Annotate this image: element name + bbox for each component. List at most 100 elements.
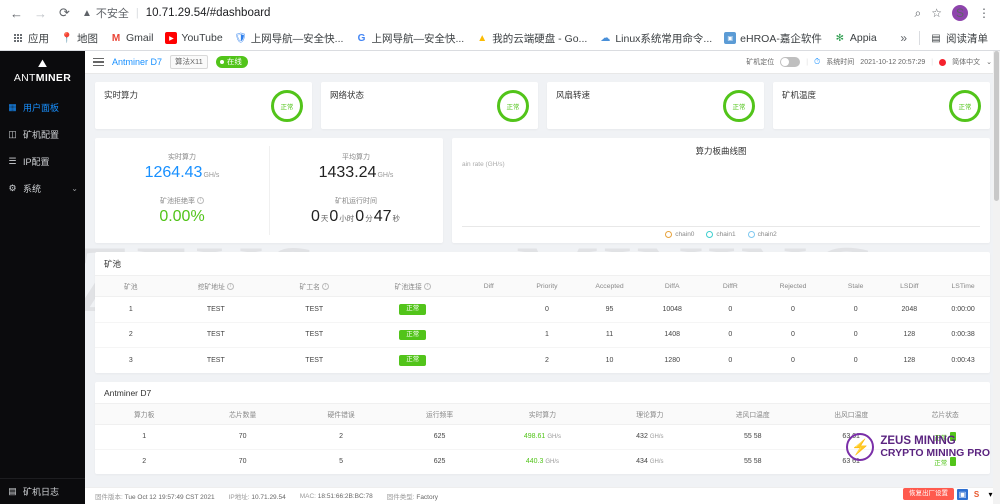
cell-inlet-temp: 55 58 [704,449,802,474]
col-inlet-temp: 进风口温度 [704,403,802,424]
app-topbar: Antminer D7 算法X11 在线 矿机定位 | ⏱ 系统时间 2021-… [85,51,1000,74]
network-icon: ☰ [7,156,18,167]
bookmark-linux[interactable]: ☁ Linux系统常用命令... [593,29,718,48]
time-label: 系统时间 [826,57,854,67]
cell-worker: TEST [265,297,363,323]
legend-item-chain2[interactable]: chain2 [748,231,777,238]
mac-label: MAC: [300,493,316,500]
cell-lsdiff: 2048 [882,297,936,323]
cell-board: 1 [95,424,193,449]
chevron-icon[interactable]: ▾ [985,489,996,500]
bookmark-label: 应用 [28,31,49,46]
cloud-icon: ☁ [599,32,611,44]
chart-title: 算力板曲线图 [462,145,980,157]
info-icon[interactable]: i [424,283,431,290]
bookmark-youtube[interactable]: ▶ YouTube [159,30,228,46]
forward-button[interactable]: → [32,5,49,22]
cell-frequency: 625 [390,449,488,474]
type-value: Factory [416,494,438,501]
warning-triangle-icon: ▲ [82,8,92,19]
reading-list-label: 阅读清单 [946,31,988,46]
address-bar[interactable]: ▲ 不安全 | 10.71.29.54/#dashboard [80,4,908,22]
stat-realtime-hashrate: 实时算力 1264.43GH/s [95,148,269,192]
divider: | [931,59,933,66]
language-label[interactable]: 简体中文 [952,57,980,67]
cell-rejected: 0 [757,322,829,348]
avatar[interactable]: S [952,5,968,21]
bookmarks-overflow-button[interactable]: » [892,31,915,45]
card-label: 矿机温度 [782,89,816,101]
stat-unit: GH/s [203,172,219,179]
cell-stale: 0 [829,322,883,348]
table-row: 2 TEST TEST 正常 1 11 1408 0 0 0 [95,322,990,348]
sogou-icon[interactable]: S [971,489,982,500]
clock-icon: ⏱ [814,57,820,67]
status-ring: 正常 [949,90,981,122]
status-badge: 在线 [216,56,248,68]
hamburger-icon[interactable] [93,58,104,67]
status-dot-icon [220,60,224,64]
bookmark-apps[interactable]: 应用 [6,29,55,48]
topbar-right: 矿机定位 | ⏱ 系统时间 2021-10-12 20:57:29 | 简体中文… [746,57,992,67]
sidebar-nav: ▦ 用户面板 ◫ 矿机配置 ☰ IP配置 ⚙ 系统 ⌄ [0,94,85,202]
cell-lstime: 0:00:43 [936,348,990,373]
status-card-temperature: 矿机温度 正常 [773,82,990,129]
cell-stale: 0 [829,348,883,373]
card-label: 风扇转速 [556,89,590,101]
sidebar-item-miner-log[interactable]: ▤ 矿机日志 [0,478,85,504]
bookmark-nav1[interactable]: 🛡 上网导航—安全快... [229,29,350,48]
sidebar-item-miner-config[interactable]: ◫ 矿机配置 [0,121,85,148]
bookmark-star-icon[interactable]: ☆ [931,6,942,20]
locate-toggle[interactable] [780,57,800,67]
cell-rejected: 0 [757,348,829,373]
bookmark-label: eHROA-嘉企软件 [740,31,822,46]
status-ring: 正常 [497,90,529,122]
main-area: Antminer D7 算法X11 在线 矿机定位 | ⏱ 系统时间 2021-… [85,51,1000,504]
reload-button[interactable]: ⟳ [56,5,73,22]
locate-label: 矿机定位 [746,57,774,67]
info-icon[interactable]: i [227,283,234,290]
chevron-down-icon[interactable]: ⌄ [986,58,992,66]
google-drive-icon: ▲ [476,32,488,44]
lightning-bolt-icon: ⚡ [846,433,874,461]
youtube-icon: ▶ [165,32,177,44]
browser-menu-icon[interactable]: ⋮ [978,6,990,20]
page-scrollbar[interactable] [993,51,1000,504]
reading-list-button[interactable]: ▤ 阅读清单 [924,29,994,48]
browser-window: ← → ⟳ ▲ 不安全 | 10.71.29.54/#dashboard ⌕ ☆… [0,0,1000,504]
dashboard-content: ZEUS MINING 实时算力 正常 网络状态 正常 风扇转速 正常 [85,74,1000,487]
cell-hw-error: 2 [292,424,390,449]
search-icon[interactable]: ⌕ [915,6,922,21]
dashboard-icon: ▦ [7,102,18,113]
cell-frequency: 625 [390,424,488,449]
info-icon[interactable]: i [322,283,329,290]
info-icon[interactable]: i [197,197,204,204]
legend-label: chain2 [758,231,777,238]
ip-label: IP地址: [229,494,250,501]
bookmark-maps[interactable]: 📍 地图 [55,29,104,48]
zeus-watermark-text: ZEUS MINING CRYPTO MINING PRO [880,435,990,459]
cell-accepted: 10 [578,348,641,373]
window-icon[interactable]: ▣ [957,489,968,500]
bookmark-nav2[interactable]: G 上网导航—安全快... [349,29,470,48]
bookmark-appia[interactable]: ✻ Appia [828,30,883,46]
stats-panel: 实时算力 1264.43GH/s 平均算力 1433.24GH/s 矿池拒绝率 … [95,138,443,243]
back-button[interactable]: ← [8,5,25,22]
cell-chips: 70 [193,449,291,474]
bookmark-drive[interactable]: ▲ 我的云端硬盘 - Go... [470,29,593,48]
cell-rejected: 0 [757,297,829,323]
legend-item-chain0[interactable]: chain0 [665,231,694,238]
algorithm-tag: 算法X11 [170,55,208,69]
url-text: 10.71.29.54/#dashboard [146,7,271,19]
legend-item-chain1[interactable]: chain1 [706,231,735,238]
cell-inlet-temp: 55 58 [704,424,802,449]
sidebar-item-ip-config[interactable]: ☰ IP配置 [0,148,85,175]
map-pin-icon: 📍 [61,32,73,44]
bookmark-ehroa[interactable]: ▣ eHROA-嘉企软件 [718,29,828,48]
bookmark-gmail[interactable]: M Gmail [104,30,159,46]
toolbar-divider [919,31,920,45]
sidebar-item-system[interactable]: ⚙ 系统 ⌄ [0,175,85,202]
sidebar-item-dashboard[interactable]: ▦ 用户面板 [0,94,85,121]
factory-reset-button[interactable]: 恢复出厂设置 [903,488,954,501]
stat-label-text: 矿池拒绝率 [160,196,195,206]
